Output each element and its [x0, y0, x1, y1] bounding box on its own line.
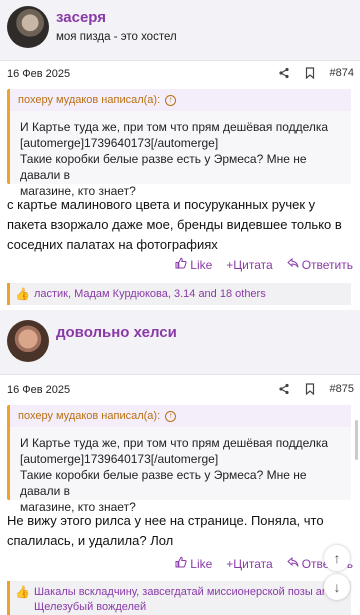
quote-line: [automerge]1739640173[/automerge] — [20, 136, 219, 150]
quote-button[interactable]: +Цитата — [226, 257, 272, 272]
quote-author[interactable]: похеру мудаков написал(а): — [18, 410, 160, 422]
post-message: с картье малинового цвета и посуруканных… — [7, 195, 352, 255]
message-line: Не вижу этого рилса у нее на странице. П… — [7, 513, 324, 528]
quote-label: +Цитата — [226, 257, 273, 272]
like-button[interactable]: Like — [175, 257, 212, 272]
message-line: пакета взоржало даже мое, бренды видевше… — [7, 217, 342, 232]
reactions-bar[interactable]: 👍 ластик, Мадам Курдюкова, 3.14 and 18 o… — [7, 283, 351, 305]
reply-icon — [286, 257, 299, 272]
post-date[interactable]: 16 Фев 2025 — [7, 384, 70, 396]
post-message: Не вижу этого рилса у нее на странице. П… — [7, 511, 352, 551]
reactions-list[interactable]: ластик, Мадам Курдюкова, 3.14 and 18 oth… — [34, 288, 266, 300]
arrow-up-circle-icon[interactable]: ↑ — [165, 94, 177, 106]
message-line: спалилась, и удалила? Лол — [7, 533, 174, 548]
thumbs-up-icon: 👍 — [15, 585, 30, 599]
scroll-up-icon[interactable]: ↑ — [324, 545, 350, 571]
quote-label: +Цитата — [226, 556, 273, 571]
bookmark-icon[interactable] — [304, 383, 316, 395]
post-meta-icons: #874 — [278, 67, 354, 79]
like-label: Like — [190, 257, 213, 272]
username[interactable]: засеря — [56, 9, 106, 26]
quote-header[interactable]: похеру мудаков написал(а): ↑ — [10, 405, 351, 427]
quote-text: И Картье туда же, при том что прям дешёв… — [20, 119, 343, 199]
quote-block: похеру мудаков написал(а): ↑ И Картье ту… — [7, 405, 351, 514]
quote-button[interactable]: +Цитата — [226, 556, 272, 571]
scroll-down-icon[interactable]: ↓ — [324, 574, 350, 600]
user-header-2: довольно хелси — [0, 312, 360, 374]
reactions-bar[interactable]: 👍 Шакалы вскладчину, завсегдатай миссион… — [7, 581, 351, 615]
bookmark-icon[interactable] — [304, 67, 316, 79]
reactions-line[interactable]: Щелезубый вожделей — [34, 601, 146, 613]
share-icon[interactable] — [278, 383, 290, 395]
reactions-list[interactable]: Шакалы вскладчину, завсегдатай миссионер… — [34, 585, 334, 615]
quote-line: И Картье туда же, при том что прям дешёв… — [20, 436, 329, 450]
post-number[interactable]: #875 — [330, 383, 354, 395]
reactions-line[interactable]: Шакалы вскладчину, завсегдатай миссионер… — [34, 586, 334, 598]
post-874: 16 Фев 2025 #874 похеру мудаков написал(… — [0, 60, 360, 310]
quote-line: Такие коробки белые разве есть у Эрмеса?… — [20, 152, 307, 182]
post-875: 16 Фев 2025 #875 похеру мудаков написал(… — [0, 374, 360, 615]
reply-label: Ответить — [301, 257, 353, 272]
quote-author[interactable]: похеру мудаков написал(а): — [18, 94, 160, 106]
quote-line: И Картье туда же, при том что прям дешёв… — [20, 120, 329, 134]
post-meta-icons: #875 — [278, 383, 354, 395]
like-icon — [175, 556, 187, 571]
message-line: с картье малинового цвета и посуруканных… — [7, 197, 316, 212]
reply-icon — [286, 556, 299, 571]
scrollbar[interactable] — [355, 420, 358, 460]
quote-line: Такие коробки белые разве есть у Эрмеса?… — [20, 468, 307, 498]
post-actions: Like +Цитата Ответить — [175, 257, 353, 272]
like-icon — [175, 257, 187, 272]
quote-text: И Картье туда же, при том что прям дешёв… — [20, 435, 343, 515]
message-line: соседних палатах на фотографиях — [7, 237, 218, 252]
user-header-1: засеря моя пизда - это хостел — [0, 0, 360, 60]
like-button[interactable]: Like — [175, 556, 212, 571]
user-title: моя пизда - это хостел — [56, 31, 177, 43]
quote-block: похеру мудаков написал(а): ↑ И Картье ту… — [7, 89, 351, 198]
post-number[interactable]: #874 — [330, 67, 354, 79]
quote-header[interactable]: похеру мудаков написал(а): ↑ — [10, 89, 351, 111]
thumbs-up-icon: 👍 — [15, 287, 30, 301]
avatar[interactable] — [7, 320, 49, 362]
avatar[interactable] — [7, 6, 49, 48]
share-icon[interactable] — [278, 67, 290, 79]
post-date[interactable]: 16 Фев 2025 — [7, 68, 70, 80]
username[interactable]: довольно хелси — [56, 324, 177, 341]
arrow-up-circle-icon[interactable]: ↑ — [165, 410, 177, 422]
reply-button[interactable]: Ответить — [286, 257, 353, 272]
like-label: Like — [190, 556, 213, 571]
quote-line: [automerge]1739640173[/automerge] — [20, 452, 219, 466]
